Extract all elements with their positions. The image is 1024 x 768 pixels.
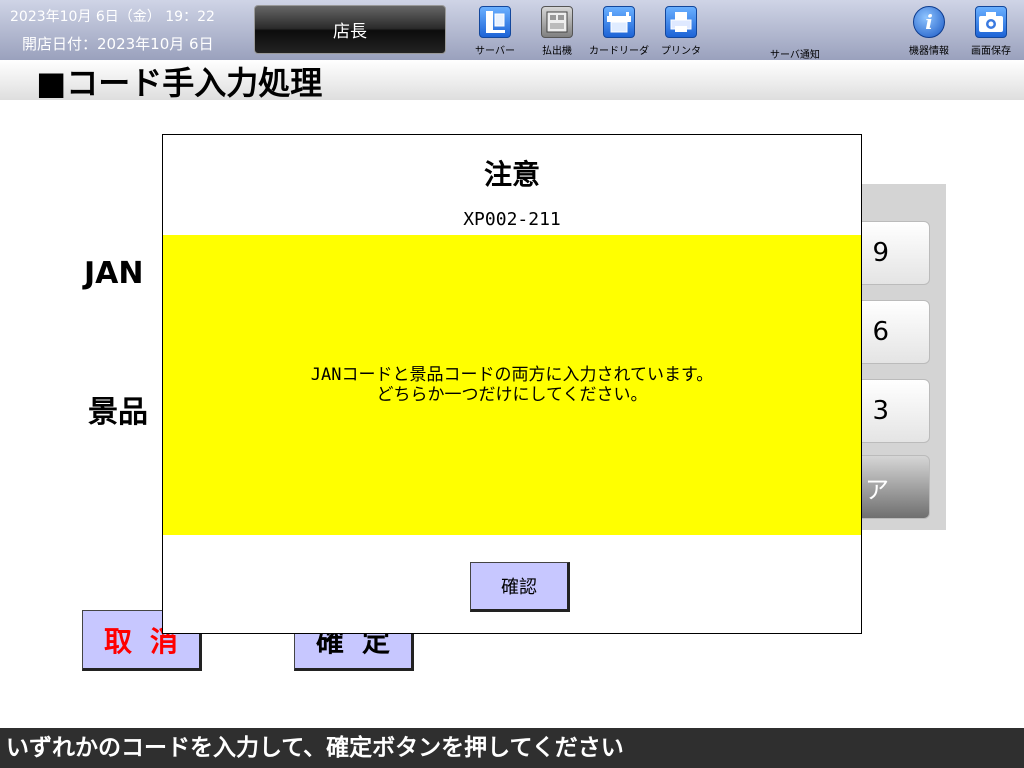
dispenser-label: 払出機 <box>542 46 572 57</box>
dialog-message-line1: JANコードと景品コードの両方に入力されています。 <box>310 365 714 385</box>
current-datetime: 2023年10月 6日（金） 19：22 <box>10 9 215 25</box>
device-info-button[interactable]: i 機器情報 <box>896 6 962 57</box>
device-info-label: 機器情報 <box>909 46 949 57</box>
opening-date: 開店日付：2023年10月 6日 <box>22 35 214 53</box>
printer-label: プリンタ <box>661 46 701 57</box>
card-reader-button[interactable]: カードリーダ <box>586 6 652 57</box>
status-message: いずれかのコードを入力して、確定ボタンを押してください <box>0 728 1024 768</box>
keihin-code-label: 景品 <box>88 395 148 430</box>
server-label: サーバー <box>475 46 515 57</box>
dialog-message-area: JANコードと景品コードの両方に入力されています。 どちらか一つだけにしてくださ… <box>163 235 861 535</box>
card-reader-icon <box>603 6 635 38</box>
dispenser-icon <box>541 6 573 38</box>
screen-save-label: 画面保存 <box>971 46 1011 57</box>
card-reader-label: カードリーダ <box>589 46 649 57</box>
info-icon: i <box>913 6 945 38</box>
server-notice[interactable]: サーバ通知 <box>770 46 820 61</box>
role-button[interactable]: 店長 <box>254 5 446 54</box>
dialog-message-line2: どちらか一つだけにしてください。 <box>376 385 648 405</box>
dialog-ok-button[interactable]: 確認 <box>470 562 570 612</box>
top-header: 2023年10月 6日（金） 19：22 開店日付：2023年10月 6日 店長… <box>0 0 1024 61</box>
jan-code-label: JAN <box>84 256 144 291</box>
dispenser-button[interactable]: 払出機 <box>524 6 590 57</box>
screen-save-button[interactable]: 画面保存 <box>958 6 1024 57</box>
server-button[interactable]: サーバー <box>462 6 528 57</box>
dialog-title: 注意 <box>483 158 540 191</box>
printer-button[interactable]: プリンタ <box>648 6 714 57</box>
printer-icon <box>665 6 697 38</box>
warning-dialog: 注意 XP002-211 JANコードと景品コードの両方に入力されています。 ど… <box>162 134 862 634</box>
camera-icon <box>975 6 1007 38</box>
server-icon <box>479 6 511 38</box>
error-code: XP002-211 <box>463 209 561 230</box>
page-title: ■コード手入力処理 <box>36 64 323 102</box>
